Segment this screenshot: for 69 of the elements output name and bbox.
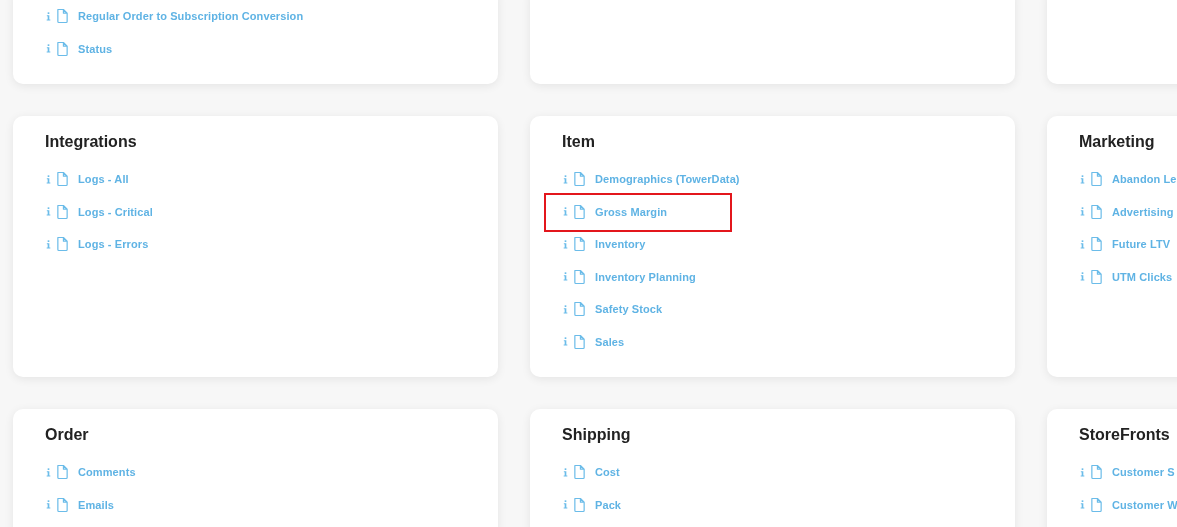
report-link[interactable]: UTM Clicks	[1112, 270, 1173, 283]
document-icon	[56, 171, 69, 188]
report-link[interactable]: Abandon Le	[1112, 173, 1177, 186]
info-icon[interactable]	[563, 239, 568, 249]
info-icon[interactable]	[563, 337, 568, 347]
info-icon[interactable]	[46, 239, 51, 249]
report-link[interactable]: Logs - Critical	[78, 205, 153, 218]
card-title: Item	[562, 132, 596, 152]
card-title: Shipping	[562, 425, 632, 445]
document-icon	[573, 333, 586, 350]
document-icon	[56, 496, 69, 513]
report-link[interactable]: Sales	[595, 335, 625, 348]
report-link[interactable]: Inventory Planning	[595, 270, 696, 283]
document-icon	[56, 40, 69, 57]
info-icon[interactable]	[1080, 500, 1085, 510]
info-icon[interactable]	[563, 272, 568, 282]
report-link[interactable]: Status	[78, 42, 113, 55]
info-icon[interactable]	[563, 500, 568, 510]
card-title: Integrations	[45, 132, 138, 152]
info-icon[interactable]	[563, 467, 568, 477]
report-link[interactable]: Pack	[595, 498, 622, 511]
document-icon	[56, 8, 69, 25]
card-title: Marketing	[1079, 132, 1156, 152]
info-icon[interactable]	[1080, 207, 1085, 217]
card-title: StoreFronts	[1079, 425, 1171, 445]
document-icon	[573, 464, 586, 481]
info-icon[interactable]	[1080, 467, 1085, 477]
report-link[interactable]: Safety Stock	[595, 303, 663, 316]
document-icon	[1090, 268, 1103, 285]
report-link[interactable]: Customer S	[1112, 466, 1175, 479]
report-link[interactable]: Emails	[78, 498, 115, 511]
document-icon	[573, 268, 586, 285]
document-icon	[1090, 236, 1103, 253]
document-icon	[1090, 171, 1103, 188]
report-link[interactable]: Inventory	[595, 238, 646, 251]
document-icon	[56, 236, 69, 253]
info-icon[interactable]	[563, 174, 568, 184]
card-title: Order	[45, 425, 90, 445]
report-link[interactable]: Demographics (TowerData)	[595, 173, 740, 186]
info-icon[interactable]	[46, 500, 51, 510]
document-icon	[573, 203, 586, 220]
report-link[interactable]: Logs - All	[78, 173, 129, 186]
document-icon	[573, 496, 586, 513]
report-link[interactable]: Gross Margin	[595, 205, 668, 218]
report-link[interactable]: Future LTV	[1112, 238, 1171, 251]
report-link[interactable]: Comments	[78, 466, 136, 479]
report-link[interactable]: Cost	[595, 466, 620, 479]
info-icon[interactable]	[1080, 239, 1085, 249]
document-icon	[573, 171, 586, 188]
document-icon	[573, 236, 586, 253]
document-icon	[56, 203, 69, 220]
report-link[interactable]: Advertising	[1112, 205, 1174, 218]
info-icon[interactable]	[46, 174, 51, 184]
info-icon[interactable]	[563, 207, 568, 217]
info-icon[interactable]	[46, 44, 51, 54]
document-icon	[1090, 496, 1103, 513]
report-link[interactable]: Customer W	[1112, 498, 1177, 511]
report-link[interactable]: Logs - Errors	[78, 238, 149, 251]
info-icon[interactable]	[46, 207, 51, 217]
info-icon[interactable]	[1080, 272, 1085, 282]
info-icon[interactable]	[563, 304, 568, 314]
document-icon	[1090, 464, 1103, 481]
info-icon[interactable]	[46, 11, 51, 21]
document-icon	[56, 464, 69, 481]
report-link[interactable]: Regular Order to Subscription Conversion	[78, 10, 304, 23]
info-icon[interactable]	[46, 467, 51, 477]
document-icon	[1090, 203, 1103, 220]
info-icon[interactable]	[1080, 174, 1085, 184]
document-icon	[573, 301, 586, 318]
